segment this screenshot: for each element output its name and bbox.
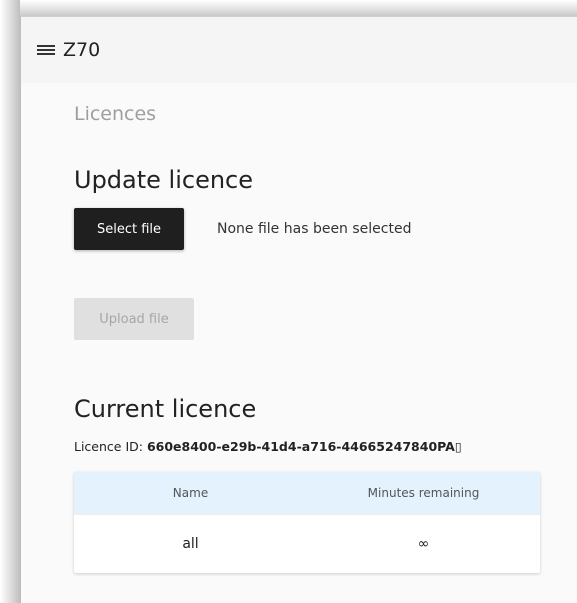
upload-file-button[interactable]: Upload file (74, 298, 194, 340)
table-header-row: Name Minutes remaining (74, 472, 540, 515)
window-shadow-top (0, 0, 577, 16)
licence-table: Name Minutes remaining all ∞ (74, 472, 540, 573)
licence-id-row: Licence ID: 660e8400-e29b-41d4-a716-4466… (74, 439, 577, 454)
file-status-text: None file has been selected (217, 221, 412, 237)
app-bar: Z70 (21, 17, 577, 83)
file-select-row: Select file None file has been selected (74, 208, 577, 250)
column-header-name[interactable]: Name (74, 472, 307, 515)
window-shadow-left (0, 0, 20, 603)
licence-id-label: Licence ID: (74, 439, 147, 454)
app-container: Z70 Licences Update licence Select file … (20, 16, 577, 603)
table-cell-name: all (74, 514, 307, 573)
table-cell-minutes-remaining: ∞ (307, 514, 540, 573)
column-header-minutes-remaining[interactable]: Minutes remaining (307, 472, 540, 515)
main-content: Licences Update licence Select file None… (21, 103, 577, 573)
window: Z70 Licences Update licence Select file … (0, 0, 577, 603)
update-licence-heading: Update licence (74, 166, 254, 194)
app-title: Z70 (63, 39, 101, 61)
table-row: all ∞ (74, 514, 540, 573)
current-licence-heading: Current licence (74, 395, 257, 423)
licence-id-value: 660e8400-e29b-41d4-a716-44665247840PA▯ (146, 439, 462, 454)
select-file-button[interactable]: Select file (74, 208, 184, 250)
hamburger-menu-icon[interactable] (37, 43, 55, 57)
page-title: Licences (74, 103, 157, 125)
